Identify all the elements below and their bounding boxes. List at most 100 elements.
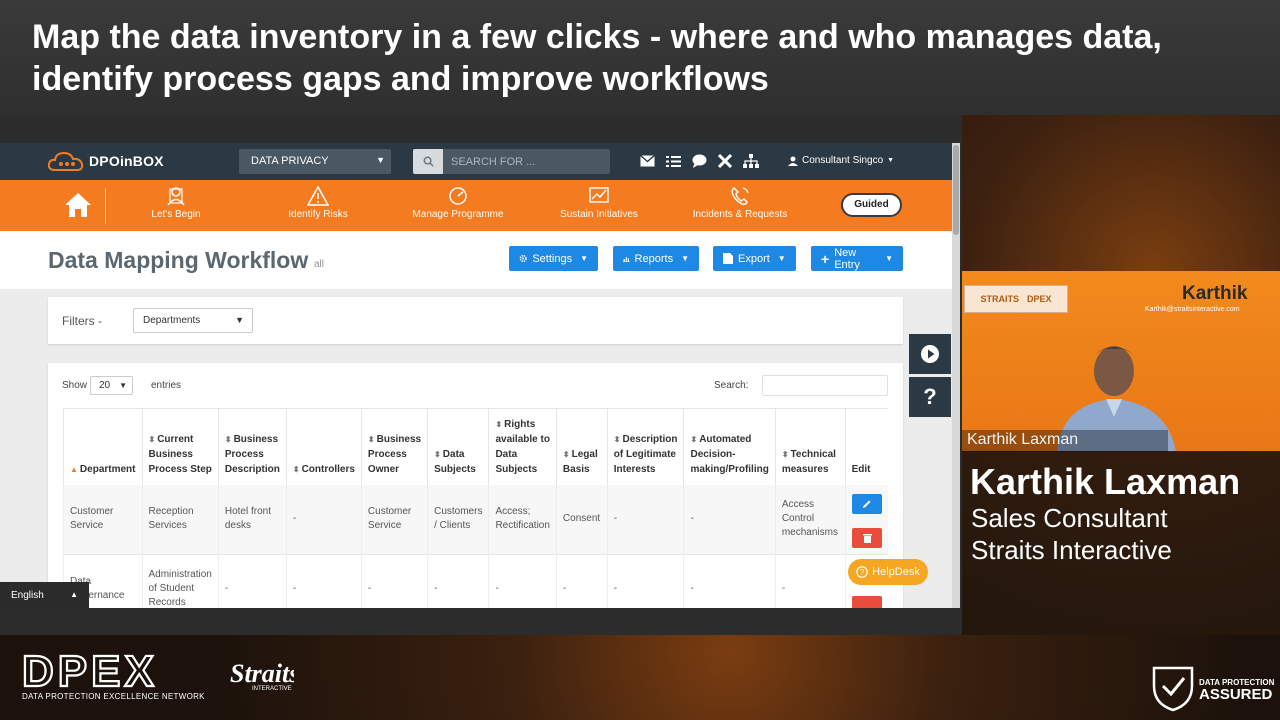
- scrollbar-thumb[interactable]: [953, 145, 959, 235]
- guided-toggle[interactable]: Guided: [841, 193, 902, 217]
- page-header: Data Mapping Workflow all Settings ▼ Rep…: [0, 231, 952, 289]
- column-header[interactable]: ⬍ Legal Basis: [555, 408, 608, 485]
- home-icon[interactable]: [64, 192, 92, 218]
- page-title: Data Mapping Workflow: [48, 247, 309, 273]
- footer-bar: [0, 635, 1280, 720]
- table-cell: Customers / Clients: [427, 484, 489, 554]
- chevron-down-icon: ▼: [119, 381, 127, 390]
- table-row[interactable]: Data Governance Administration of Studen…: [63, 553, 888, 608]
- app-logo[interactable]: DPOinBOX: [47, 149, 164, 173]
- svg-text:DPEX: DPEX: [22, 650, 158, 690]
- page-title-scope: all: [314, 259, 325, 270]
- delete-button[interactable]: [851, 527, 882, 548]
- table-search-label: Search:: [714, 380, 749, 391]
- sort-icon: ⬍: [292, 464, 300, 474]
- sort-icon: ⬍: [224, 434, 232, 444]
- nav-sustain-initiatives[interactable]: Sustain Initiatives: [556, 186, 642, 220]
- table-cell: Reception Services: [141, 484, 219, 554]
- module-dropdown[interactable]: DATA PRIVACY ▼: [239, 149, 391, 174]
- edit-button[interactable]: [851, 493, 882, 514]
- table-cell: -: [488, 553, 557, 608]
- table-search-input[interactable]: [762, 375, 888, 396]
- video-logo-dpex: DPEX: [1027, 294, 1052, 304]
- table-cell: Customer Service: [63, 484, 142, 554]
- tools-icon[interactable]: [717, 153, 733, 169]
- warning-icon: [307, 186, 329, 206]
- helpdesk-button[interactable]: ? HelpDesk: [848, 559, 928, 585]
- straits-logo: Straits INTERACTIVE: [230, 659, 294, 692]
- table-cell: -: [555, 553, 608, 608]
- column-header[interactable]: ⬍ Business Process Description: [217, 408, 287, 485]
- top-icon-bar: [639, 153, 759, 169]
- nav-manage-programme[interactable]: Manage Programme: [410, 186, 506, 220]
- column-header[interactable]: ⬍ Technical measures: [774, 408, 846, 485]
- checklist-icon[interactable]: [665, 153, 681, 169]
- dpex-tagline: DATA PROTECTION EXCELLENCE NETWORK: [22, 692, 205, 701]
- nav-identify-risks[interactable]: Identify Risks: [284, 186, 352, 220]
- language-selector[interactable]: English ▲: [0, 582, 89, 608]
- nav-sustain-initiatives-label: Sustain Initiatives: [560, 209, 638, 220]
- search-input[interactable]: [451, 154, 601, 169]
- speaker-company: Straits Interactive: [971, 535, 1172, 565]
- settings-label: Settings: [532, 252, 573, 265]
- reports-button[interactable]: Reports ▼: [613, 246, 699, 271]
- new-entry-button[interactable]: + New Entry ▼: [811, 246, 903, 271]
- chevron-down-icon: ▼: [681, 254, 689, 263]
- caret-down-icon: ▼: [887, 157, 895, 164]
- mail-icon[interactable]: [639, 153, 655, 169]
- sort-icon: ⬍: [367, 434, 375, 444]
- column-header[interactable]: ⬍ Data Subjects: [427, 408, 489, 485]
- question-icon: ?: [923, 384, 937, 409]
- column-header[interactable]: ⬍ Automated Decision-making/Profiling: [683, 408, 776, 485]
- data-mapping-table: ▲ Department ⬍ Current Business Process St…: [63, 408, 888, 608]
- sort-icon: ⬍: [434, 449, 441, 459]
- page-size-select[interactable]: 20 ▼: [90, 376, 133, 395]
- table-cell: -: [217, 553, 287, 608]
- column-header[interactable]: ▲ Department: [63, 408, 142, 485]
- help-button[interactable]: ?: [909, 377, 951, 417]
- cloud-logo-icon: [47, 151, 84, 171]
- video-lower-third: Karthik Laxman: [962, 430, 1168, 452]
- filter-dropdown[interactable]: Departments ▼: [133, 308, 253, 333]
- plus-icon: +: [821, 250, 830, 267]
- filters-label[interactable]: Filters -: [62, 314, 102, 328]
- svg-text:?: ?: [860, 568, 865, 577]
- column-header[interactable]: ⬍ Rights available to Data Subjects: [488, 408, 557, 485]
- export-button[interactable]: Export ▼: [713, 246, 796, 271]
- document-icon: [723, 253, 733, 264]
- video-tutorial-button[interactable]: [909, 334, 951, 374]
- nav-lets-begin[interactable]: Let's Begin: [148, 186, 204, 220]
- nav-divider: [105, 188, 106, 224]
- table-cell: -: [683, 484, 776, 554]
- app-topbar: DPOinBOX DATA PRIVACY ▼ SEARCH FOR ... C…: [0, 143, 952, 180]
- chat-icon[interactable]: [691, 153, 707, 169]
- table-cell: Hotel front desks: [217, 484, 287, 554]
- sort-icon: ⬍: [690, 434, 698, 444]
- sort-icon: ⬍: [562, 449, 570, 459]
- settings-button[interactable]: Settings ▼: [509, 246, 598, 271]
- sort-icon: ⬍: [148, 434, 156, 444]
- video-logo-straits: STRAITS: [980, 294, 1019, 304]
- dpa-line2: ASSURED: [1199, 686, 1273, 703]
- sort-icon: ⬍: [613, 434, 621, 444]
- sitemap-icon[interactable]: [743, 153, 759, 169]
- delete-button[interactable]: [851, 596, 882, 608]
- column-header[interactable]: ⬍ Business Process Owner: [360, 408, 428, 485]
- video-overlay-email: Karthik@straitsinteractive.com: [1145, 306, 1240, 313]
- table-cell: -: [606, 553, 684, 608]
- column-header[interactable]: ⬍ Controllers: [285, 408, 362, 485]
- data-protection-assured-logo: [1152, 666, 1194, 712]
- table-cell: Consent: [555, 484, 608, 554]
- table-row[interactable]: Customer Service Reception Services Hote…: [63, 484, 888, 554]
- question-circle-icon: ?: [856, 566, 868, 578]
- column-header[interactable]: ⬍ Current Business Process Step: [141, 408, 219, 485]
- chevron-down-icon: ▼: [235, 315, 244, 325]
- column-header[interactable]: ⬍ Description of Legitimate Interests: [606, 408, 684, 485]
- nav-incidents-requests[interactable]: Incidents & Requests: [690, 186, 790, 220]
- phone-icon: [731, 187, 749, 205]
- table-cell: Administration of Student Records: [141, 553, 219, 608]
- table-cell: -: [606, 484, 684, 554]
- search-button[interactable]: [413, 149, 443, 174]
- chevron-down-icon: ▼: [885, 254, 893, 263]
- user-menu[interactable]: Consultant Singco ▼: [788, 155, 894, 166]
